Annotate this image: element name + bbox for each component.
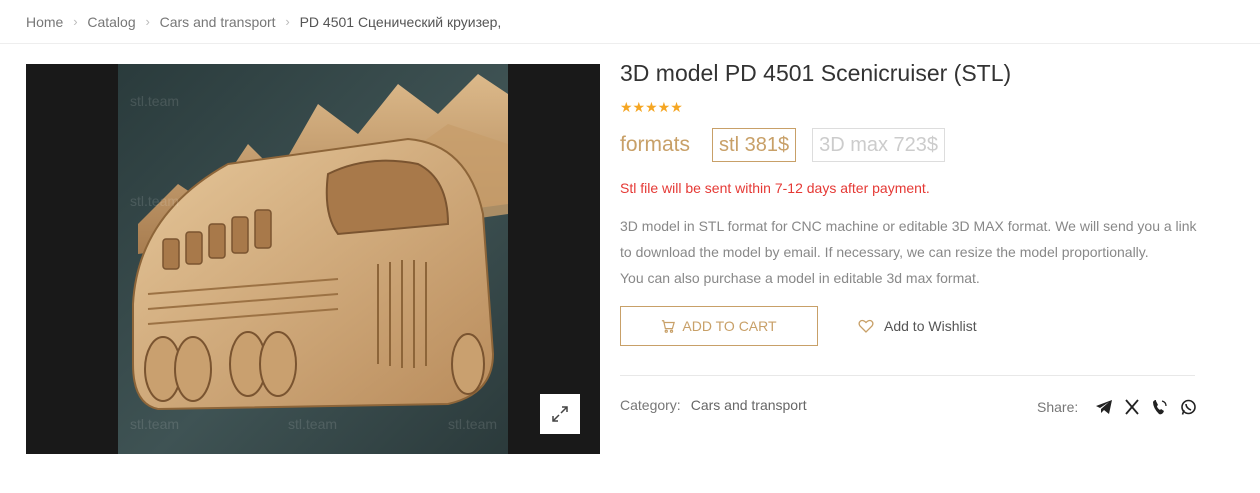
- product-title: 3D model PD 4501 Scenicruiser (STL): [620, 60, 1012, 86]
- breadcrumb-home[interactable]: Home: [26, 14, 63, 30]
- add-to-cart-button[interactable]: ADD TO CART: [620, 306, 818, 346]
- chevron-right-icon: ›: [285, 14, 290, 29]
- x-twitter-icon[interactable]: [1118, 396, 1146, 418]
- category-label: Category:: [620, 397, 681, 413]
- svg-text:stl.team: stl.team: [130, 193, 179, 209]
- chevron-right-icon: ›: [145, 14, 150, 29]
- meta-divider: [620, 375, 1195, 376]
- add-to-cart-label: ADD TO CART: [682, 318, 777, 334]
- format-option-3dmax[interactable]: 3D max 723$: [812, 128, 946, 162]
- breadcrumb-current: PD 4501 Сценический круизер,: [299, 13, 502, 30]
- description-line: 3D model in STL format for CNC machine o…: [620, 218, 1197, 234]
- formats-label: formats: [620, 133, 691, 156]
- chevron-right-icon: ›: [73, 14, 78, 29]
- cart-icon: [662, 320, 676, 333]
- description-line: You can also purchase a model in editabl…: [620, 270, 980, 286]
- category-link[interactable]: Cars and transport: [691, 397, 807, 413]
- whatsapp-icon[interactable]: [1174, 396, 1202, 418]
- breadcrumb: Home › Catalog › Cars and transport › PD…: [26, 0, 501, 43]
- product-description: 3D model in STL format for CNC machine o…: [620, 213, 1200, 291]
- share-label: Share:: [1037, 399, 1079, 415]
- svg-text:stl.team: stl.team: [288, 416, 337, 432]
- header-divider: [0, 43, 1260, 44]
- product-category: Category: Cars and transport: [620, 397, 807, 413]
- breadcrumb-catalog[interactable]: Catalog: [87, 14, 135, 30]
- heart-icon: [858, 319, 874, 333]
- svg-text:stl.team: stl.team: [130, 416, 179, 432]
- product-image: stl.team stl.team stl.team stl.team stl.…: [118, 64, 508, 454]
- svg-text:stl.team: stl.team: [448, 416, 497, 432]
- viber-icon[interactable]: [1146, 396, 1174, 418]
- format-option-stl[interactable]: stl 381$: [712, 128, 797, 162]
- expand-icon: [552, 406, 568, 422]
- formats-row: formats stl 381$ 3D max 723$: [620, 128, 961, 162]
- add-to-wishlist-button[interactable]: Add to Wishlist: [858, 306, 977, 346]
- breadcrumb-category[interactable]: Cars and transport: [160, 14, 276, 30]
- wishlist-label: Add to Wishlist: [884, 318, 977, 334]
- zoom-button[interactable]: [540, 394, 580, 434]
- description-line: to download the model by email. If neces…: [620, 244, 1149, 260]
- telegram-icon[interactable]: [1090, 396, 1118, 418]
- rating-stars: ★★★★★: [620, 99, 683, 115]
- delivery-notice: Stl file will be sent within 7-12 days a…: [620, 180, 930, 196]
- watermark: stl.team: [130, 93, 179, 109]
- share-bar: Share:: [1037, 396, 1202, 418]
- product-gallery[interactable]: stl.team stl.team stl.team stl.team stl.…: [26, 64, 600, 454]
- bus-relief-illustration: stl.team stl.team stl.team stl.team stl.…: [130, 74, 508, 432]
